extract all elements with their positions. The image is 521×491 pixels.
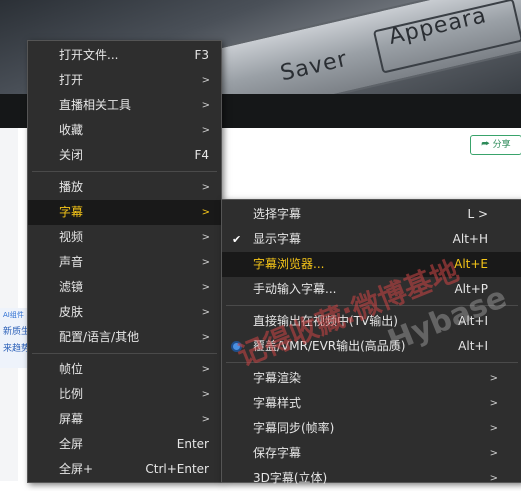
menu-item-shortcut: Alt+I (458, 314, 488, 328)
menu-item-shortcut: F4 (194, 148, 209, 162)
submenu-item-save[interactable]: 保存字幕 > (222, 441, 521, 466)
submenu-item-render[interactable]: 字幕渲染 > (222, 366, 521, 391)
menu-item-frame[interactable]: 帧位 > (28, 357, 221, 382)
menu-item-label: 字幕同步(帧率) (253, 421, 335, 435)
menu-item-label: 配置/语言/其他 (59, 330, 140, 344)
share-button[interactable]: ⮫ 分享 (470, 135, 521, 155)
menu-item-open[interactable]: 打开 > (28, 68, 221, 93)
menu-item-label: 帧位 (59, 362, 84, 376)
menu-item-label: 选择字幕 (253, 207, 302, 221)
main-context-menu: 打开文件... F3 打开 > 直播相关工具 > 收藏 > 关闭 F4 播放 >… (27, 40, 222, 483)
submenu-arrow-icon: > (201, 232, 210, 243)
menu-item-label: 直接输出在视频中(TV输出) (253, 314, 398, 328)
submenu-arrow-icon: > (201, 182, 210, 193)
menu-item-label: 比例 (59, 387, 84, 401)
menu-item-label: 保存字幕 (253, 446, 302, 460)
menu-item-fullscreen-plus[interactable]: 全屏+ Ctrl+Enter (28, 457, 221, 482)
menu-item-shortcut: Alt+I (458, 339, 488, 353)
submenu-arrow-icon: > (201, 364, 210, 375)
submenu-item-show-subtitle[interactable]: ✔ 显示字幕 Alt+H (222, 227, 521, 252)
menu-separator (226, 305, 518, 306)
submenu-arrow-icon: > (201, 100, 210, 111)
menu-separator (226, 362, 518, 363)
menu-item-label: 显示字幕 (253, 232, 302, 246)
submenu-arrow-icon: > (489, 448, 498, 459)
menu-item-label: 打开 (59, 73, 84, 87)
menu-item-shortcut: F3 (194, 48, 209, 62)
submenu-item-style[interactable]: 字幕样式 > (222, 391, 521, 416)
submenu-item-subtitle-browser[interactable]: 字幕浏览器... Alt+E (222, 252, 521, 277)
menu-item-label: 全屏 (59, 437, 84, 451)
menu-item-subtitles[interactable]: 字幕 > (28, 200, 221, 225)
menu-item-play[interactable]: 播放 > (28, 175, 221, 200)
menu-item-label: 3D字幕(立体) (253, 471, 328, 485)
menu-item-close[interactable]: 关闭 F4 (28, 143, 221, 168)
radio-selected-icon (233, 343, 240, 350)
menu-item-label: 播放 (59, 180, 84, 194)
menu-item-shortcut: Alt+H (452, 232, 488, 246)
submenu-arrow-icon: > (489, 373, 498, 384)
submenu-arrow-icon: > (201, 414, 210, 425)
submenu-arrow-icon: > (201, 332, 210, 343)
submenu-item-tv-output[interactable]: 直接输出在视频中(TV输出) Alt+I (222, 309, 521, 334)
menu-item-skins[interactable]: 皮肤 > (28, 300, 221, 325)
menu-item-label: 声音 (59, 255, 84, 269)
submenu-arrow-icon: > (201, 75, 210, 86)
menu-item-shortcut: Enter (176, 437, 209, 451)
submenu-item-sync[interactable]: 字幕同步(帧率) > (222, 416, 521, 441)
menu-item-shortcut: L > (467, 207, 488, 221)
menu-item-audio[interactable]: 声音 > (28, 250, 221, 275)
submenu-arrow-icon: > (489, 423, 498, 434)
submenu-item-manual-input[interactable]: 手动输入字幕... Alt+P (222, 277, 521, 302)
menu-item-label: 字幕渲染 (253, 371, 302, 385)
submenu-arrow-icon: > (201, 125, 210, 136)
submenu-arrow-icon: > (201, 389, 210, 400)
menu-item-ratio[interactable]: 比例 > (28, 382, 221, 407)
submenu-item-3d[interactable]: 3D字幕(立体) > (222, 466, 521, 491)
menu-separator (32, 353, 217, 354)
menu-item-open-file[interactable]: 打开文件... F3 (28, 43, 221, 68)
menu-item-shortcut: Alt+E (454, 257, 488, 271)
menu-item-label: 字幕浏览器... (253, 257, 325, 271)
menu-item-shortcut: Alt+P (454, 282, 488, 296)
submenu-arrow-icon: > (489, 398, 498, 409)
menu-item-video[interactable]: 视频 > (28, 225, 221, 250)
menu-item-fullscreen[interactable]: 全屏 Enter (28, 432, 221, 457)
menu-item-shortcut: Ctrl+Enter (145, 462, 209, 476)
submenu-arrow-icon: > (201, 282, 210, 293)
menu-item-live-tools[interactable]: 直播相关工具 > (28, 93, 221, 118)
submenu-item-select-subtitle[interactable]: 选择字幕 L > (222, 202, 521, 227)
menu-item-label: 字幕 (59, 205, 84, 219)
menu-item-label: 全屏+ (59, 462, 94, 476)
menu-item-config[interactable]: 配置/语言/其他 > (28, 325, 221, 350)
menu-item-label: 收藏 (59, 123, 84, 137)
submenu-arrow-icon: > (201, 207, 210, 218)
menu-item-filters[interactable]: 滤镜 > (28, 275, 221, 300)
menu-item-label: 字幕样式 (253, 396, 302, 410)
menu-item-label: 视频 (59, 230, 84, 244)
menu-item-label: 直播相关工具 (59, 98, 132, 112)
menu-item-screen[interactable]: 屏幕 > (28, 407, 221, 432)
menu-item-label: 手动输入字幕... (253, 282, 337, 296)
submenu-item-overlay-output[interactable]: 覆盖/VMR/EVR输出(高品质) Alt+I (222, 334, 521, 359)
menu-item-label: 滤镜 (59, 280, 84, 294)
subtitle-submenu: 选择字幕 L > ✔ 显示字幕 Alt+H 字幕浏览器... Alt+E 手动输… (221, 199, 521, 485)
menu-item-label: 屏幕 (59, 412, 84, 426)
menu-item-favorites[interactable]: 收藏 > (28, 118, 221, 143)
menu-item-label: 覆盖/VMR/EVR输出(高品质) (253, 339, 406, 353)
menu-item-label: 皮肤 (59, 305, 84, 319)
menu-separator (32, 171, 217, 172)
submenu-arrow-icon: > (201, 307, 210, 318)
menu-item-label: 关闭 (59, 148, 84, 162)
submenu-arrow-icon: > (201, 257, 210, 268)
submenu-arrow-icon: > (489, 473, 498, 484)
checkmark-icon: ✔ (232, 233, 242, 246)
menu-item-label: 打开文件... (59, 48, 119, 62)
